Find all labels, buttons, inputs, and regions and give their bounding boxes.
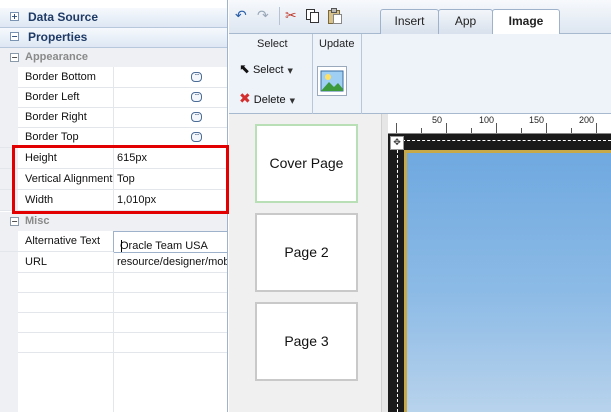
toolbar: ↶ ↷ ✂ Insert App Image bbox=[229, 0, 611, 36]
empty-row bbox=[0, 352, 227, 412]
select-button[interactable]: ⬉ Select ▼ bbox=[239, 62, 293, 77]
collapse-icon[interactable]: − bbox=[10, 32, 19, 41]
tab-insert[interactable]: Insert bbox=[380, 9, 439, 35]
alternative-text-input[interactable]: Oracle Team USA bbox=[113, 231, 227, 253]
properties-section-header[interactable]: − Properties bbox=[0, 28, 227, 48]
property-value[interactable] bbox=[113, 67, 227, 87]
select-group-title: Select bbox=[257, 38, 288, 50]
property-name: Border Bottom bbox=[25, 71, 96, 83]
edit-dots-icon[interactable]: ··· bbox=[191, 72, 202, 82]
collapse-icon[interactable]: − bbox=[10, 217, 19, 226]
ruler-label: 200 bbox=[579, 115, 595, 125]
property-name: Border Top bbox=[25, 131, 79, 143]
page-thumbnail-cover[interactable]: Cover Page bbox=[255, 124, 358, 203]
appearance-group-label: Appearance bbox=[25, 51, 88, 63]
property-row-border-left[interactable]: Border Left ··· bbox=[0, 87, 227, 108]
move-handle-icon[interactable]: ✥ bbox=[390, 136, 404, 150]
redo-icon[interactable]: ↷ bbox=[257, 8, 269, 24]
properties-label: Properties bbox=[28, 30, 88, 44]
copy-icon[interactable] bbox=[306, 9, 319, 23]
page-thumbnail-2[interactable]: Page 2 bbox=[255, 213, 358, 292]
chevron-down-icon: ▼ bbox=[287, 67, 293, 75]
property-name: Alternative Text bbox=[25, 235, 101, 247]
ruler-label: 50 bbox=[432, 115, 443, 125]
pages-strip: Cover Page Page 2 Page 3 bbox=[229, 114, 381, 412]
ruler-label: 150 bbox=[529, 115, 545, 125]
edit-dots-icon[interactable]: ··· bbox=[191, 112, 202, 122]
empty-row bbox=[0, 312, 227, 333]
property-row-url[interactable]: URL resource/designer/mob bbox=[0, 252, 227, 273]
page-thumbnail-3[interactable]: Page 3 bbox=[255, 302, 358, 381]
property-name: URL bbox=[25, 256, 48, 268]
cursor-icon: ⬉ bbox=[239, 62, 250, 77]
ruler-label: 100 bbox=[479, 115, 495, 125]
property-value[interactable]: resource/designer/mob bbox=[113, 252, 227, 272]
property-row-alternative-text[interactable]: Alternative Text Oracle Team USA bbox=[0, 231, 227, 253]
data-source-section-header[interactable]: + Data Source bbox=[0, 8, 227, 28]
property-name: Border Right bbox=[25, 111, 87, 123]
chevron-down-icon: ▼ bbox=[289, 97, 295, 105]
property-row-border-right[interactable]: Border Right ··· bbox=[0, 107, 227, 128]
image-icon[interactable] bbox=[317, 66, 347, 96]
misc-group-label: Misc bbox=[25, 215, 50, 227]
edit-dots-icon[interactable]: ··· bbox=[191, 132, 202, 142]
property-row-border-bottom[interactable]: Border Bottom ··· bbox=[0, 67, 227, 88]
data-source-label: Data Source bbox=[28, 10, 99, 24]
paste-icon[interactable] bbox=[328, 8, 342, 24]
delete-x-icon: ✖ bbox=[239, 91, 251, 107]
misc-group-header[interactable]: − Misc bbox=[0, 212, 227, 231]
edit-dots-icon[interactable]: ··· bbox=[191, 92, 202, 102]
property-value[interactable] bbox=[113, 127, 227, 147]
update-group-title: Update bbox=[319, 38, 355, 50]
empty-row bbox=[0, 292, 227, 313]
ribbon: Select ⬉ Select ▼ ✖ Delete ▼ Update bbox=[229, 34, 611, 114]
undo-icon[interactable]: ↶ bbox=[235, 8, 247, 24]
expand-icon[interactable]: + bbox=[10, 12, 19, 21]
ribbon-separator bbox=[312, 34, 313, 114]
collapse-icon[interactable]: − bbox=[10, 53, 19, 62]
tab-app[interactable]: App bbox=[438, 9, 493, 35]
cut-icon[interactable]: ✂ bbox=[285, 8, 297, 24]
highlight-box bbox=[12, 145, 229, 214]
property-value[interactable] bbox=[113, 87, 227, 107]
empty-row bbox=[0, 332, 227, 353]
pages-scrollbar[interactable] bbox=[381, 114, 388, 412]
ribbon-separator bbox=[361, 34, 362, 114]
property-name: Border Left bbox=[25, 91, 80, 103]
appearance-group-header[interactable]: − Appearance bbox=[0, 48, 227, 67]
tab-image[interactable]: Image bbox=[492, 9, 560, 36]
toolbar-separator bbox=[279, 7, 280, 25]
property-value[interactable] bbox=[113, 107, 227, 127]
empty-row bbox=[0, 272, 227, 293]
selected-image[interactable] bbox=[404, 150, 611, 412]
delete-button[interactable]: ✖ Delete ▼ bbox=[239, 91, 295, 107]
horizontal-ruler: 50 100 150 200 bbox=[388, 114, 611, 134]
